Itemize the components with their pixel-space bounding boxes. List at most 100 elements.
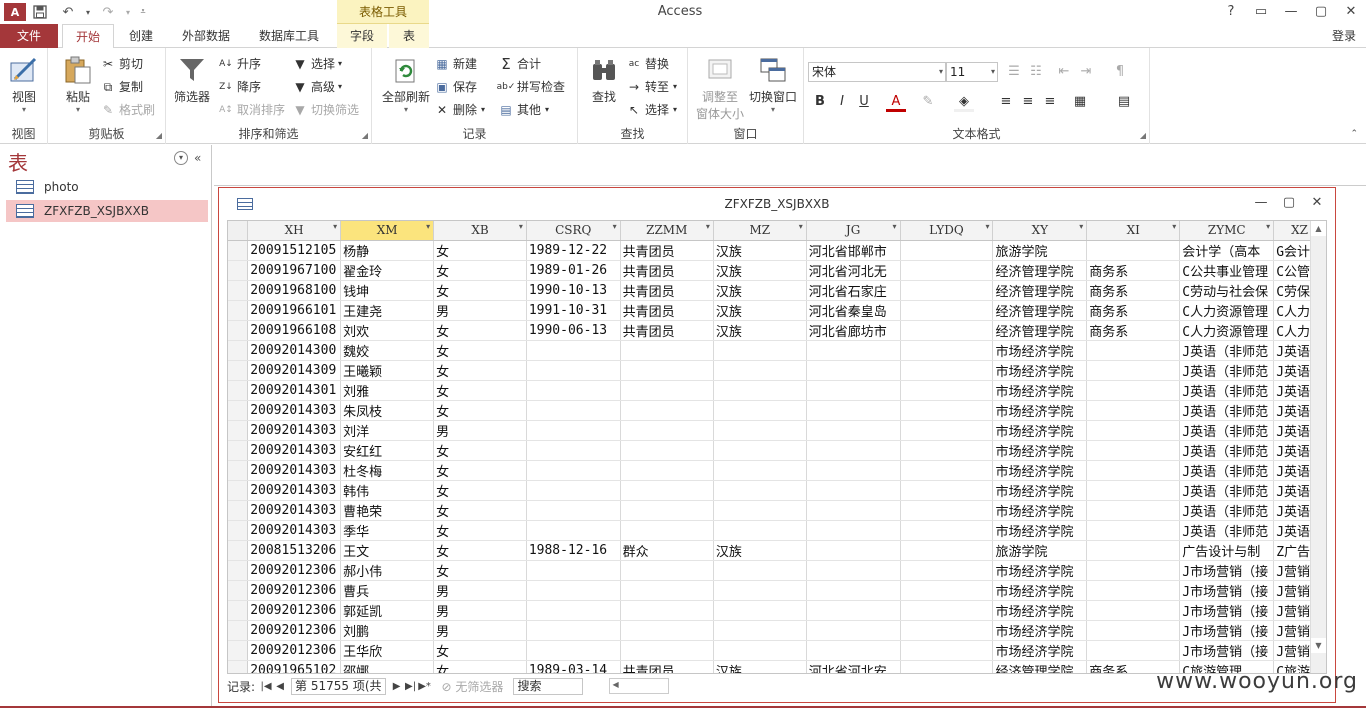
cell-xh[interactable]: 20092012306 [247, 620, 342, 641]
cell-xb[interactable]: 男 [433, 600, 527, 621]
cell-lydq[interactable] [900, 420, 994, 441]
cell-xh[interactable]: 20092012306 [247, 640, 342, 661]
cell-xb[interactable]: 女 [433, 520, 527, 541]
row-selector[interactable] [228, 420, 249, 441]
next-record-icon[interactable]: ▶ [390, 681, 404, 692]
cell-xm[interactable]: 季华 [340, 520, 435, 541]
row-selector[interactable] [228, 440, 249, 461]
totals-button[interactable]: Σ 合计 [498, 54, 541, 74]
cell-lydq[interactable] [900, 480, 994, 501]
cell-xb[interactable]: 男 [433, 300, 527, 321]
cell-xm[interactable]: 杨静 [340, 240, 435, 261]
gridlines-icon[interactable]: ▦ [1070, 92, 1090, 112]
cell-xh[interactable]: 20092014309 [247, 360, 342, 381]
cell-xy[interactable]: 市场经济学院 [992, 380, 1088, 401]
cut-button[interactable]: ✂ 剪切 [100, 54, 143, 74]
cell-mz[interactable]: 汉族 [713, 280, 807, 301]
cell-csrq[interactable] [526, 640, 621, 661]
cell-csrq[interactable]: 1988-12-16 [526, 540, 621, 561]
cell-xb[interactable]: 男 [433, 580, 527, 601]
cell-zymc[interactable]: C人力资源管理 [1179, 300, 1275, 321]
cell-lydq[interactable] [900, 500, 994, 521]
row-selector[interactable] [228, 640, 249, 661]
cell-zzmm[interactable] [620, 560, 714, 581]
cell-xb[interactable]: 女 [433, 380, 527, 401]
table-row[interactable]: 20091968100 钱坤女 1990-10-13 共青团员 汉族 河北省石家庄 经济管理… [228, 280, 1326, 301]
cell-lydq[interactable] [900, 240, 994, 261]
column-header-mz[interactable]: MZ ▾ [713, 221, 807, 241]
cell-xm[interactable]: 刘洋 [340, 420, 435, 441]
cell-xy[interactable]: 市场经济学院 [992, 560, 1088, 581]
cell-xh[interactable]: 20091965102 [247, 660, 342, 673]
cell-zymc[interactable]: J英语（非师范 [1179, 440, 1275, 461]
cell-xi[interactable] [1086, 620, 1181, 641]
cell-xm[interactable]: 刘欢 [340, 320, 435, 341]
cell-xh[interactable]: 20092014303 [247, 400, 342, 421]
cell-lydq[interactable] [900, 320, 994, 341]
cell-xi[interactable] [1086, 460, 1181, 481]
copy-button[interactable]: ⧉ 复制 [100, 77, 143, 97]
cell-xm[interactable]: 王华欣 [340, 640, 435, 661]
table-row[interactable]: 20092014300 魏姣女市场经济学院 J英语（非师范 J英语 [228, 340, 1326, 361]
cell-mz[interactable] [713, 360, 807, 381]
cell-zymc[interactable]: J英语（非师范 [1179, 460, 1275, 481]
cell-mz[interactable] [713, 480, 807, 501]
column-header-xi[interactable]: XI ▾ [1086, 221, 1181, 241]
filter-button[interactable]: 筛选器 [170, 54, 214, 105]
row-selector[interactable] [228, 360, 249, 381]
cell-jg[interactable] [806, 560, 901, 581]
cell-xm[interactable]: 邵娜 [340, 660, 435, 673]
cell-zzmm[interactable]: 群众 [620, 540, 714, 561]
font-color-icon[interactable]: A [886, 92, 906, 112]
cell-mz[interactable]: 汉族 [713, 260, 807, 281]
cell-xi[interactable] [1086, 600, 1181, 621]
redo-icon[interactable]: ↷ [94, 0, 122, 24]
cell-xi[interactable]: 商务系 [1086, 300, 1181, 321]
find-button[interactable]: 查找 [582, 54, 626, 105]
cell-csrq[interactable]: 1989-01-26 [526, 260, 621, 281]
align-right-icon[interactable]: ≡ [1040, 92, 1060, 112]
cell-xb[interactable]: 女 [433, 560, 527, 581]
cell-xh[interactable]: 20091512105 [247, 240, 342, 261]
fit-to-form-button[interactable]: 调整至 窗体大小 [694, 54, 746, 122]
column-dropdown-icon[interactable]: ▾ [799, 222, 803, 231]
cell-xy[interactable]: 旅游学院 [992, 540, 1088, 561]
cell-xb[interactable]: 女 [433, 500, 527, 521]
cell-lydq[interactable] [900, 540, 994, 561]
cell-lydq[interactable] [900, 580, 994, 601]
cell-xi[interactable] [1086, 480, 1181, 501]
cell-mz[interactable] [713, 600, 807, 621]
cell-xy[interactable]: 市场经济学院 [992, 500, 1088, 521]
cell-zzmm[interactable]: 共青团员 [620, 300, 714, 321]
advanced-filter-button[interactable]: ▼ 高级 ▾ [292, 77, 342, 97]
cell-mz[interactable]: 汉族 [713, 320, 807, 341]
cell-xb[interactable]: 女 [433, 660, 527, 673]
cell-csrq[interactable] [526, 520, 621, 541]
cell-zymc[interactable]: C公共事业管理 [1179, 260, 1275, 281]
cell-csrq[interactable] [526, 460, 621, 481]
cell-xm[interactable]: 翟金玲 [340, 260, 435, 281]
cell-xm[interactable]: 郭延凯 [340, 600, 435, 621]
cell-zymc[interactable]: J英语（非师范 [1179, 520, 1275, 541]
fill-color-icon[interactable]: ◈ [954, 92, 974, 112]
cell-xy[interactable]: 市场经济学院 [992, 480, 1088, 501]
cell-zzmm[interactable] [620, 500, 714, 521]
column-dropdown-icon[interactable]: ▾ [892, 222, 896, 231]
cell-xb[interactable]: 女 [433, 460, 527, 481]
no-filter-indicator[interactable]: ⊘ 无筛选器 [442, 678, 504, 695]
cell-jg[interactable] [806, 420, 901, 441]
cell-mz[interactable] [713, 500, 807, 521]
cell-zymc[interactable]: C人力资源管理 [1179, 320, 1275, 341]
column-header-xy[interactable]: XY ▾ [992, 221, 1088, 241]
new-record-button[interactable]: ▦ 新建 [434, 54, 477, 74]
cell-csrq[interactable] [526, 420, 621, 441]
cell-xh[interactable]: 20081513206 [247, 540, 342, 561]
cell-mz[interactable] [713, 520, 807, 541]
table-row[interactable]: 20092012306 郝小伟女市场经济学院 J市场营销（接 J营销 [228, 560, 1326, 581]
cell-jg[interactable]: 河北省邯郸市 [806, 240, 901, 261]
row-selector[interactable] [228, 380, 249, 401]
cell-zymc[interactable]: J英语（非师范 [1179, 480, 1275, 501]
cell-xi[interactable]: 商务系 [1086, 280, 1181, 301]
first-record-icon[interactable]: |◀ [259, 681, 273, 692]
cell-csrq[interactable] [526, 600, 621, 621]
